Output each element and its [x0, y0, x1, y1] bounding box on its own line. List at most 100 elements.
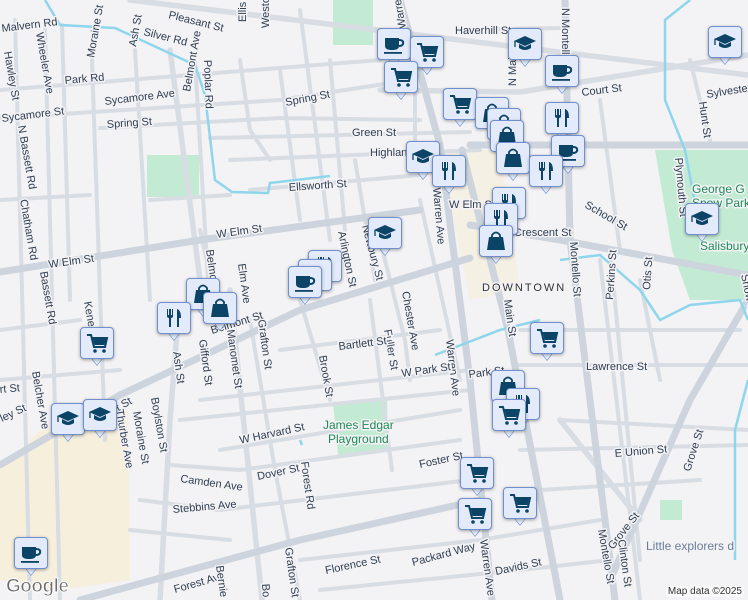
shopping-bag-icon: [503, 148, 523, 168]
street-label: Bassett Rd: [37, 270, 58, 325]
street-label: Sycamore St: [1, 105, 65, 125]
street-label: Lawrence St: [586, 361, 647, 373]
street-label: N Montello: [559, 8, 571, 61]
fork-knife-icon: [442, 162, 456, 180]
street-label: Grafton St: [282, 547, 301, 598]
graduation-cap-icon: [88, 406, 112, 422]
coffee-cup-icon: [551, 64, 573, 82]
coffee-cup-icon: [20, 546, 42, 564]
park-area: [660, 500, 682, 520]
fork-knife-icon: [539, 162, 553, 180]
street-label: Main St: [501, 299, 518, 338]
shopping-cart-icon: [86, 334, 108, 354]
marker-cafe[interactable]: [545, 55, 579, 95]
street-label: Camden Ave: [180, 473, 244, 494]
marker-cafe[interactable]: [288, 266, 322, 306]
street-label: Elm Ave: [235, 263, 252, 304]
street-label: Haverhill St: [455, 25, 511, 37]
street-label: Belcher Ave: [29, 370, 51, 430]
fork-knife-icon: [167, 309, 181, 327]
marker-school[interactable]: [508, 28, 542, 68]
street-label: Ash St: [127, 14, 144, 48]
street-label: Davids St: [494, 556, 543, 578]
street-label: Grove St: [681, 428, 706, 473]
street-label: Sylvester: [706, 82, 748, 101]
neighborhood-label-downtown: DOWNTOWN: [482, 282, 566, 294]
street-label: Stebbins Ave: [172, 498, 237, 516]
marker-grocery[interactable]: [492, 399, 526, 439]
street-label: Boylston St: [148, 396, 169, 453]
street-label: Bartlett St: [338, 335, 387, 353]
park-area: [147, 155, 199, 197]
marker-grocery[interactable]: [80, 327, 114, 367]
graduation-cap-icon: [690, 210, 714, 226]
street-label: Park Rd: [64, 72, 105, 87]
park-label-george-snow[interactable]: George G: [691, 181, 747, 198]
street-label: Otis St: [641, 256, 655, 290]
marker-grocery[interactable]: [503, 487, 537, 527]
marker-restaurant[interactable]: [157, 302, 191, 342]
street-label: W Elm St: [216, 223, 263, 241]
street-label: Kene: [81, 300, 97, 327]
park-area: [333, 0, 373, 45]
marker-grocery[interactable]: [458, 498, 492, 538]
marker-school[interactable]: [51, 403, 85, 443]
map-attribution[interactable]: Map data ©2025: [665, 586, 744, 597]
street-label: Silver Rd: [142, 26, 188, 48]
marker-cafe[interactable]: [14, 537, 48, 577]
marker-restaurant[interactable]: [529, 155, 563, 195]
street-label: School St: [583, 199, 630, 233]
fork-knife-icon: [555, 109, 569, 127]
street-label: Forest Rd: [298, 461, 317, 510]
marker-shop[interactable]: [479, 225, 513, 265]
shopping-cart-icon: [416, 43, 438, 63]
graduation-cap-icon: [713, 33, 737, 49]
street-label: Bernie: [213, 565, 229, 598]
coffee-cup-icon: [294, 275, 316, 293]
street-label: Court St: [581, 82, 623, 99]
marker-grocery[interactable]: [443, 88, 477, 128]
street-label: Warren Ave: [387, 0, 409, 30]
coffee-cup-icon: [383, 37, 405, 55]
graduation-cap-icon: [56, 410, 80, 426]
shopping-cart-icon: [390, 68, 412, 88]
marker-shop[interactable]: [496, 142, 530, 182]
marker-school[interactable]: [83, 399, 117, 439]
marker-grocery[interactable]: [384, 61, 418, 101]
marker-restaurant[interactable]: [432, 155, 466, 195]
street-label: Bo: [259, 583, 272, 597]
marker-school[interactable]: [708, 26, 742, 66]
street-label: Montello St: [567, 241, 583, 297]
street-label: Hunt St: [696, 101, 713, 139]
street-label: Malvern Rd: [1, 16, 58, 35]
park-label-james-edgar[interactable]: Playground: [327, 431, 391, 448]
place-label-little-explorers[interactable]: Little explorers d: [645, 538, 736, 555]
street-label: Spring St: [284, 89, 331, 109]
marker-school[interactable]: [685, 203, 719, 243]
street-label: Brook St: [316, 354, 335, 398]
shopping-cart-icon: [498, 406, 520, 426]
street-label: Spring St: [106, 116, 152, 131]
marker-grocery[interactable]: [460, 457, 494, 497]
street-label: Crescent St: [514, 227, 571, 239]
park-label-james-edgar[interactable]: James Edgar: [322, 417, 396, 434]
street-label: Foster St: [418, 450, 464, 471]
map-canvas[interactable]: Pleasant St Malvern Rd Wheeler Ave Morai…: [0, 0, 748, 600]
street-label: Perkins St: [604, 249, 619, 300]
graduation-cap-icon: [513, 35, 537, 51]
street-label: Ellis: [237, 1, 249, 22]
street-label: Chester Ave: [399, 290, 421, 351]
graduation-cap-icon: [373, 224, 397, 240]
marker-shop[interactable]: [203, 292, 237, 332]
marker-school[interactable]: [368, 217, 402, 257]
street-label: Poplar Rd: [201, 60, 215, 109]
shopping-cart-icon: [449, 95, 471, 115]
shopping-bag-icon: [486, 231, 506, 251]
street-label: Moraine St: [85, 4, 106, 58]
shopping-cart-icon: [464, 505, 486, 525]
shopping-cart-icon: [536, 329, 558, 349]
shopping-cart-icon: [509, 494, 531, 514]
shopping-bag-icon: [210, 298, 230, 318]
marker-grocery[interactable]: [530, 322, 564, 362]
shopping-cart-icon: [466, 464, 488, 484]
